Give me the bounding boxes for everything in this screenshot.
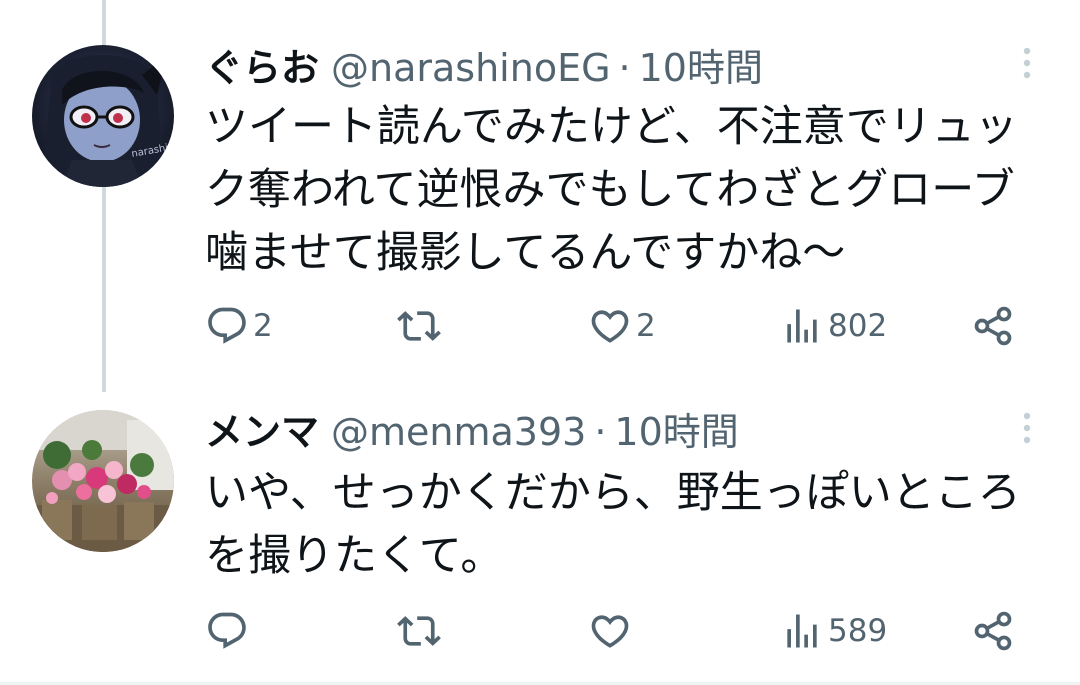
username-handle[interactable]: @menma393: [331, 407, 586, 457]
display-name[interactable]: ぐらお: [205, 43, 319, 93]
retweet-icon: [397, 311, 441, 341]
share-icon: [974, 306, 1012, 346]
tweet-text: いや、せっかくだから、野生っぽいところ を撮りたくて。: [205, 462, 1055, 588]
reply-icon: [208, 612, 246, 649]
tweet-header: メンマ @menma393 · 10時間: [205, 407, 739, 457]
separator-dot: ·: [594, 410, 607, 454]
timestamp[interactable]: 10時間: [639, 43, 763, 93]
tweet-text-line: ク奪われて逆恨みでもしてわざとグローブ: [205, 165, 1015, 215]
avatar[interactable]: narashin: [32, 45, 174, 187]
heart-icon: [591, 310, 629, 343]
retweet-button[interactable]: [397, 608, 445, 654]
display-name[interactable]: メンマ: [205, 407, 319, 457]
tweet-text-line: ツイート読んでみたけど、不注意でリュッ: [205, 102, 1018, 152]
tweet-text-line: を撮りたくて。: [205, 531, 504, 581]
more-options-button[interactable]: [1012, 410, 1042, 450]
view-count: 802: [828, 308, 888, 344]
views-button[interactable]: 802: [780, 303, 887, 349]
like-count: 2: [636, 308, 656, 344]
reply-button[interactable]: 2: [205, 303, 273, 349]
share-icon: [974, 611, 1012, 651]
more-options-icon: [1023, 47, 1031, 79]
like-button[interactable]: [588, 608, 636, 654]
tweet-2[interactable]: メンマ @menma393 · 10時間 いや、せっかくだから、野生っぽいところ…: [0, 390, 1080, 682]
tweet-header: ぐらお @narashinoEG · 10時間: [205, 43, 763, 93]
share-button[interactable]: [971, 303, 1015, 349]
views-chart-icon: [787, 614, 817, 648]
reply-button[interactable]: [205, 608, 253, 654]
like-button[interactable]: 2: [588, 303, 656, 349]
more-options-button[interactable]: [1012, 45, 1042, 85]
views-chart-icon: [787, 309, 817, 343]
tweet-text: ツイート読んでみたけど、不注意でリュッ ク奪われて逆恨みでもしてわざとグローブ …: [205, 96, 1055, 285]
retweet-icon: [397, 616, 441, 646]
more-options-icon: [1023, 412, 1031, 444]
reply-count: 2: [253, 308, 273, 344]
separator-dot: ·: [618, 46, 631, 90]
avatar[interactable]: [32, 410, 174, 552]
username-handle[interactable]: @narashinoEG: [331, 43, 611, 93]
tweet-text-line: いや、せっかくだから、野生っぽいところ: [205, 468, 1021, 518]
tweet-1[interactable]: narashin ぐらお @narashinoEG · 10時間 ツイート読んで…: [0, 0, 1080, 390]
views-button[interactable]: 589: [780, 608, 887, 654]
timestamp[interactable]: 10時間: [614, 407, 738, 457]
share-button[interactable]: [971, 608, 1015, 654]
reply-icon: [208, 307, 246, 344]
retweet-button[interactable]: [397, 303, 445, 349]
heart-icon: [591, 615, 629, 648]
view-count: 589: [828, 613, 888, 649]
tweet-text-line: 噛ませて撮影してるんですかね～: [205, 228, 846, 278]
